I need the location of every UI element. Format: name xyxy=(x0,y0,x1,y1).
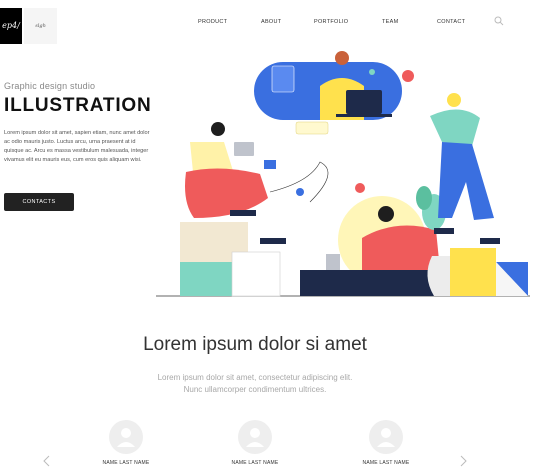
hero-paragraph: Lorem ipsum dolor sit amet, sapien etiam… xyxy=(4,130,150,163)
member-name: NAME LAST NAME xyxy=(102,460,150,466)
hero-illustration xyxy=(156,51,530,297)
member-name: NAME LAST NAME xyxy=(362,460,410,466)
nav-item-about[interactable]: ABOUT xyxy=(261,19,281,25)
chevron-left-icon[interactable] xyxy=(42,455,52,467)
contacts-button[interactable]: CONTACTS xyxy=(4,193,74,211)
team-member-card[interactable]: NAME LAST NAME xyxy=(215,420,295,466)
avatar xyxy=(238,420,272,454)
section-heading: Lorem ipsum dolor si amet xyxy=(143,334,367,355)
section-lead: Lorem ipsum dolor sit amet, consectetur … xyxy=(0,372,510,396)
user-icon xyxy=(377,428,395,447)
search-icon[interactable] xyxy=(494,16,504,26)
nav-item-contact[interactable]: CONTACT xyxy=(437,19,465,25)
nav-item-portfolio[interactable]: PORTFOLIO xyxy=(314,19,348,25)
avatar xyxy=(109,420,143,454)
team-member-card[interactable]: NAME LAST NAME xyxy=(346,420,426,466)
hero-subtitle: Graphic design studio xyxy=(4,81,96,91)
user-icon xyxy=(246,428,264,447)
section-lead-line: Nunc ullamcorper condimentum ultrices. xyxy=(183,385,327,394)
main-nav: PRODUCT ABOUT PORTFOLIO TEAM CONTACT xyxy=(0,19,536,31)
user-icon xyxy=(117,428,135,447)
hero-title: ILLUSTRATION xyxy=(4,95,152,116)
nav-item-product[interactable]: PRODUCT xyxy=(198,19,227,25)
team-member-card[interactable]: NAME LAST NAME xyxy=(86,420,166,466)
nav-item-team[interactable]: TEAM xyxy=(382,19,398,25)
avatar xyxy=(369,420,403,454)
section-lead-line: Lorem ipsum dolor sit amet, consectetur … xyxy=(157,373,353,382)
chevron-right-icon[interactable] xyxy=(458,455,468,467)
member-name: NAME LAST NAME xyxy=(231,460,279,466)
